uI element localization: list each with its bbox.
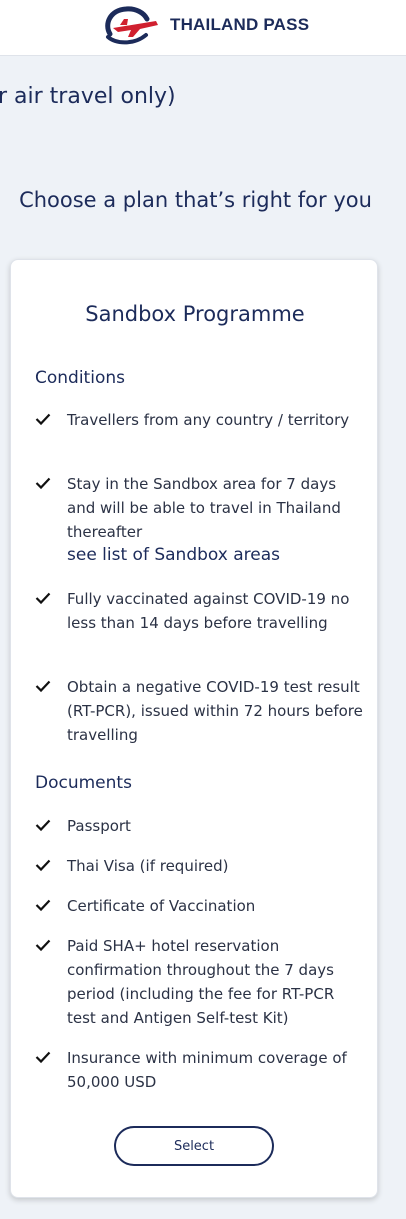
check-icon <box>35 1051 51 1064</box>
plan-title: Sandbox Programme <box>85 302 305 326</box>
document-text: Insurance with minimum coverage of 50,00… <box>67 1049 347 1091</box>
document-text: Passport <box>67 817 131 835</box>
brand-logo[interactable]: THAILAND PASS <box>100 4 309 46</box>
document-text: Certificate of Vaccination <box>67 897 256 915</box>
check-icon <box>35 477 51 490</box>
brand-name: THAILAND PASS <box>170 15 310 34</box>
condition-text: Stay in the Sandbox area for 7 days and … <box>67 475 341 541</box>
check-icon <box>35 680 51 693</box>
top-header: THAILAND PASS <box>0 0 406 56</box>
condition-text: Obtain a negative COVID-19 test result (… <box>67 678 363 744</box>
check-icon <box>35 592 51 605</box>
condition-text: Travellers from any country / territory <box>67 411 350 429</box>
document-text: Paid SHA+ hotel reservation confirmation… <box>67 937 335 1027</box>
check-icon <box>35 899 51 912</box>
section-subheading: r air travel only) <box>0 84 176 109</box>
check-icon <box>35 859 51 872</box>
check-icon <box>35 939 51 952</box>
conditions-heading: Conditions <box>35 368 125 388</box>
document-text: Thai Visa (if required) <box>67 857 229 875</box>
check-icon <box>35 413 51 426</box>
documents-heading: Documents <box>35 773 132 793</box>
plane-logo-icon <box>105 6 158 45</box>
sandbox-areas-link[interactable]: see list of Sandbox areas <box>67 545 363 565</box>
check-icon <box>35 819 51 832</box>
plan-heading: Choose a plan that’s right for you <box>19 188 372 212</box>
condition-text: Fully vaccinated against COVID-19 no les… <box>67 590 350 632</box>
plan-card-sandbox: Sandbox Programme Conditions Travellers … <box>10 259 378 1198</box>
select-plan-button[interactable]: Select <box>114 1126 274 1166</box>
